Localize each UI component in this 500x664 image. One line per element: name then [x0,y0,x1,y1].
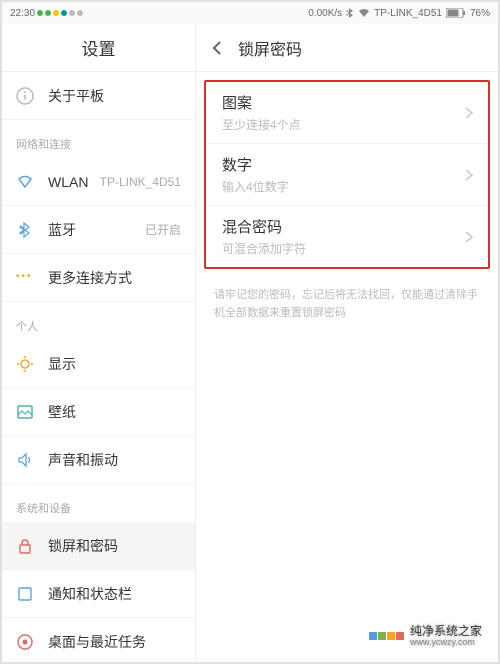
sidebar-item-sound[interactable]: 声音和振动 [2,436,195,484]
option-mixed[interactable]: 混合密码 可混合添加字符 [206,206,488,267]
sidebar-item-bluetooth[interactable]: 蓝牙 已开启 [2,206,195,254]
section-header-personal: 个人 [2,302,195,340]
more-icon [16,269,34,287]
sidebar-item-value: TP-LINK_4D51 [100,175,181,189]
sidebar-item-more-connections[interactable]: 更多连接方式 [2,254,195,302]
chevron-right-icon [462,168,476,182]
lock-icon [16,537,34,555]
page-root: 22:30 0.00K/s TP-LINK_4D51 76% 设置 关于 [0,0,500,664]
option-text: 数字 输入4位数字 [222,154,289,195]
chevron-right-icon [462,230,476,244]
indicator-icon [61,10,67,16]
indicator-icon [45,10,51,16]
sidebar-item-label: 通知和状态栏 [48,584,181,604]
sidebar-title: 设置 [2,24,195,72]
option-pattern[interactable]: 图案 至少连接4个点 [206,82,488,144]
sound-icon [16,451,34,469]
sidebar-item-display[interactable]: 显示 [2,340,195,388]
notification-icon [16,585,34,603]
back-icon[interactable] [208,38,228,58]
indicator-icon [77,10,83,16]
section-header-system: 系统和设备 [2,484,195,522]
main-header: 锁屏密码 [196,24,498,72]
sidebar-item-about[interactable]: 关于平板 [2,72,195,120]
wifi-icon [16,173,34,191]
info-icon [16,87,34,105]
section-header-network: 网络和连接 [2,120,195,158]
sidebar-item-label: 壁纸 [48,402,181,422]
status-battery: 76% [470,8,490,19]
wifi-icon [358,8,370,18]
main-panel: 锁屏密码 图案 至少连接4个点 数字 输入4位数字 [196,24,498,662]
option-title: 数字 [222,154,289,175]
watermark: 纯净系统之家 www.ycwzy.com [363,621,488,652]
sidebar-item-wlan[interactable]: WLAN TP-LINK_4D51 [2,158,195,206]
option-subtitle: 可混合添加字符 [222,240,306,257]
indicator-icon [69,10,75,16]
sidebar-item-lockscreen[interactable]: 锁屏和密码 [2,522,195,570]
indicator-icon [37,10,43,16]
main-title: 锁屏密码 [238,36,302,60]
option-text: 混合密码 可混合添加字符 [222,216,306,257]
option-numeric[interactable]: 数字 输入4位数字 [206,144,488,206]
watermark-logo-icon [369,632,404,640]
battery-icon [446,8,466,18]
sidebar-item-label: 桌面与最近任务 [48,632,181,652]
option-subtitle: 至少连接4个点 [222,116,301,133]
sidebar-item-desktop[interactable]: 桌面与最近任务 [2,618,195,662]
sidebar-item-label: 更多连接方式 [48,268,181,288]
status-wifi-name: TP-LINK_4D51 [374,8,442,19]
password-note: 请牢记您的密码，忘记后将无法找回，仅能通过清除手机全部数据来重置锁屏密码 [196,277,498,332]
sidebar-item-label: 显示 [48,354,181,374]
status-time: 22:30 [10,8,35,19]
home-icon [16,633,34,651]
sidebar-item-value: 已开启 [145,221,181,238]
indicator-icon [53,10,59,16]
bluetooth-icon [16,221,34,239]
status-bar: 22:30 0.00K/s TP-LINK_4D51 76% [2,2,498,24]
sidebar-item-label: 关于平板 [48,86,181,106]
option-title: 图案 [222,92,301,113]
sidebar-item-label: 声音和振动 [48,450,181,470]
content-row: 设置 关于平板 网络和连接 WLAN TP-LINK_4D51 蓝牙 [2,24,498,662]
option-title: 混合密码 [222,216,306,237]
wallpaper-icon [16,403,34,421]
status-right: 0.00K/s TP-LINK_4D51 76% [308,8,490,19]
sun-icon [16,355,34,373]
highlight-box: 图案 至少连接4个点 数字 输入4位数字 [204,80,490,269]
chevron-right-icon [462,106,476,120]
sidebar-item-wallpaper[interactable]: 壁纸 [2,388,195,436]
status-netspeed: 0.00K/s [308,8,342,19]
sidebar-item-label: 锁屏和密码 [48,536,181,556]
option-text: 图案 至少连接4个点 [222,92,301,133]
bluetooth-icon [346,8,354,18]
sidebar[interactable]: 设置 关于平板 网络和连接 WLAN TP-LINK_4D51 蓝牙 [2,24,196,662]
sidebar-item-notifications[interactable]: 通知和状态栏 [2,570,195,618]
sidebar-item-label: WLAN [48,174,100,190]
watermark-url: www.ycwzy.com [410,638,482,648]
status-left: 22:30 [10,8,83,19]
option-subtitle: 输入4位数字 [222,178,289,195]
sidebar-item-label: 蓝牙 [48,220,145,240]
